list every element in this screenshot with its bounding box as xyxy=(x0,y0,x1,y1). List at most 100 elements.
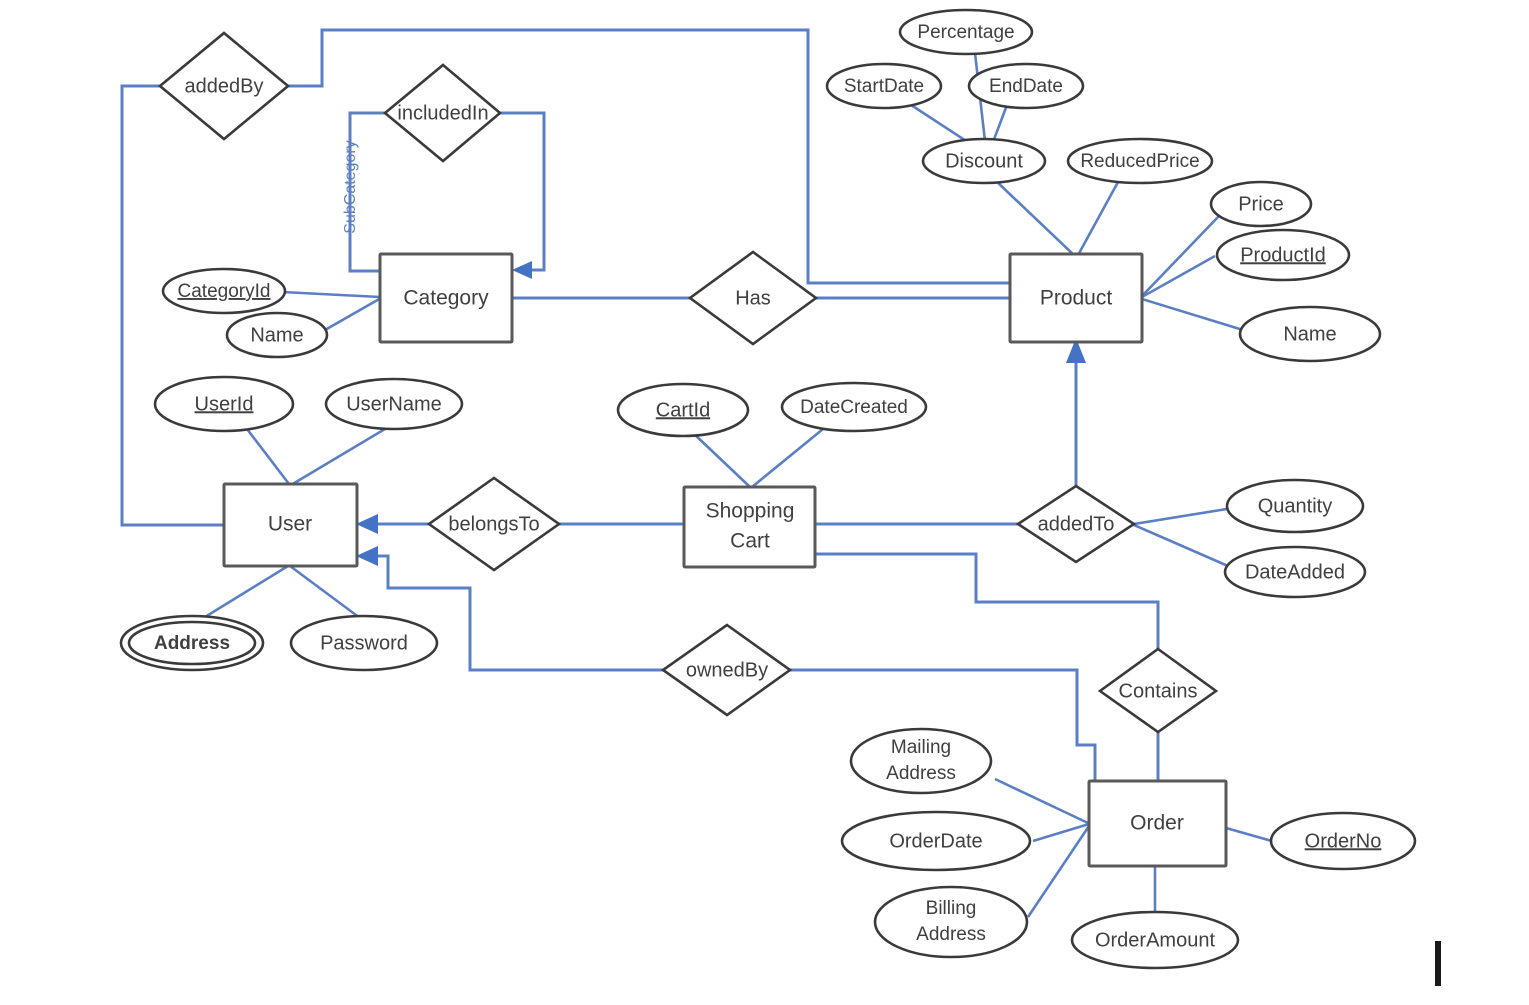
attribute-billing-address-label-line2: Address xyxy=(916,924,986,945)
relationship-includedin-label: includedIn xyxy=(397,102,488,124)
attribute-percentage-label: Percentage xyxy=(917,22,1014,43)
entity-shopping-cart-label-line2: Cart xyxy=(730,530,770,553)
attribute-user-id-label: UserId xyxy=(195,393,254,415)
edge-label-layer: SubCategory xyxy=(342,140,359,233)
entity-order-label: Order xyxy=(1130,812,1184,835)
relationship-belongsto[interactable]: belongsTo xyxy=(426,476,562,572)
attribute-order-amount[interactable]: OrderAmount xyxy=(1070,910,1240,970)
connector-productname-product xyxy=(1141,297,1244,332)
attribute-password[interactable]: Password xyxy=(289,614,439,672)
attribute-billing-address-label-line1: Billing xyxy=(926,898,977,919)
relationship-ownedby-label: ownedBy xyxy=(686,659,768,681)
connector-mailingaddress-order xyxy=(994,777,1089,825)
attribute-mailing-address[interactable]: Mailing Address xyxy=(849,727,993,795)
attribute-price[interactable]: Price xyxy=(1209,180,1313,228)
attribute-end-date[interactable]: EndDate xyxy=(967,62,1085,110)
attribute-start-date[interactable]: StartDate xyxy=(825,62,943,110)
connector-datecreated-cart xyxy=(751,427,824,489)
entity-order[interactable]: Order xyxy=(1087,779,1228,868)
text-cursor-caret xyxy=(1435,941,1441,986)
attribute-user-name[interactable]: UserName xyxy=(324,377,464,431)
relationship-belongsto-label: belongsTo xyxy=(448,513,539,535)
attribute-mailing-address-label-line2: Address xyxy=(886,763,956,784)
attribute-quantity[interactable]: Quantity xyxy=(1225,478,1365,534)
connector-productid-product xyxy=(1141,254,1216,299)
attribute-product-name[interactable]: Name xyxy=(1238,305,1382,363)
relationship-contains-label: Contains xyxy=(1119,680,1198,702)
attribute-percentage[interactable]: Percentage xyxy=(898,8,1034,56)
attribute-price-label: Price xyxy=(1238,193,1284,215)
arrowhead-ownedby-user xyxy=(356,546,378,566)
connector-discount-product xyxy=(994,179,1076,257)
attribute-date-created-label: DateCreated xyxy=(800,397,908,418)
attribute-reduced-price[interactable]: ReducedPrice xyxy=(1066,137,1214,185)
relationship-contains[interactable]: Contains xyxy=(1097,647,1219,734)
attribute-order-no-label: OrderNo xyxy=(1305,830,1382,852)
attribute-order-date[interactable]: OrderDate xyxy=(840,810,1032,872)
connector-quantity-addedto xyxy=(1133,506,1234,526)
attribute-discount-label: Discount xyxy=(945,150,1023,172)
attribute-category-id[interactable]: CategoryId xyxy=(161,267,287,315)
relationship-addedby[interactable]: addedBy xyxy=(157,31,291,141)
attribute-product-id[interactable]: ProductId xyxy=(1215,228,1351,282)
attribute-address[interactable]: Address xyxy=(119,614,265,672)
entity-user-label: User xyxy=(268,513,312,536)
connector-userid-user xyxy=(245,428,291,485)
attribute-date-added-label: DateAdded xyxy=(1245,561,1345,583)
relationship-addedto[interactable]: addedTo xyxy=(1015,484,1137,564)
connector-cartid-cart xyxy=(691,431,751,488)
entity-shopping-cart-label-line1: Shopping xyxy=(706,500,795,523)
entity-category[interactable]: Category xyxy=(378,252,514,344)
attribute-category-id-label: CategoryId xyxy=(178,281,271,302)
connector-dateadded-addedto xyxy=(1133,523,1229,568)
attribute-password-label: Password xyxy=(320,632,408,654)
attribute-product-name-label: Name xyxy=(1283,323,1336,345)
connector-reducedprice-product xyxy=(1075,181,1120,258)
attribute-user-id[interactable]: UserId xyxy=(153,375,295,433)
relationship-addedby-label: addedBy xyxy=(185,75,264,97)
attribute-end-date-label: EndDate xyxy=(989,76,1063,97)
attribute-start-date-label: StartDate xyxy=(844,76,924,97)
caret-icon xyxy=(1435,941,1441,986)
connector-categoryid-category xyxy=(281,290,381,299)
attribute-category-name[interactable]: Name xyxy=(225,311,329,359)
attribute-quantity-label: Quantity xyxy=(1258,495,1332,517)
attribute-billing-address[interactable]: Billing Address xyxy=(873,885,1029,959)
er-diagram-svg: Category Product User Shopping Cart Orde… xyxy=(119,8,1441,986)
attribute-cart-id-label: CartId xyxy=(656,399,710,421)
attribute-user-name-label: UserName xyxy=(346,393,442,415)
connector-includedin-category-right xyxy=(500,111,546,272)
attribute-date-added[interactable]: DateAdded xyxy=(1223,545,1367,599)
entity-user[interactable]: User xyxy=(222,482,359,568)
relationship-ownedby[interactable]: ownedBy xyxy=(660,623,793,717)
attribute-discount[interactable]: Discount xyxy=(921,137,1047,185)
attribute-date-created[interactable]: DateCreated xyxy=(780,381,928,433)
entity-shopping-cart[interactable]: Shopping Cart xyxy=(682,485,817,569)
relationship-includedin[interactable]: includedIn xyxy=(382,63,503,163)
arrowhead-includedin-category xyxy=(512,261,532,279)
arrowhead-belongsto-user xyxy=(356,514,378,534)
edge-label-subcategory: SubCategory xyxy=(342,140,359,233)
entity-category-label: Category xyxy=(403,287,489,310)
attribute-order-amount-label: OrderAmount xyxy=(1095,929,1215,951)
entity-product-label: Product xyxy=(1040,287,1113,310)
attribute-mailing-address-label-line1: Mailing xyxy=(891,737,951,758)
connector-username-user xyxy=(290,424,391,487)
connector-address-user xyxy=(204,564,289,619)
attribute-order-date-label: OrderDate xyxy=(889,830,982,852)
attribute-reduced-price-label: ReducedPrice xyxy=(1080,151,1199,172)
relationship-addedto-label: addedTo xyxy=(1038,513,1115,535)
connector-password-user xyxy=(289,564,361,620)
attribute-category-name-label: Name xyxy=(250,324,303,346)
attribute-product-id-label: ProductId xyxy=(1240,244,1326,266)
connector-price-product xyxy=(1141,215,1220,297)
relationship-has-label: Has xyxy=(735,287,771,309)
attribute-address-label: Address xyxy=(154,633,230,654)
connector-cart-contains xyxy=(815,552,1160,649)
entity-product[interactable]: Product xyxy=(1008,252,1144,344)
attribute-order-no[interactable]: OrderNo xyxy=(1269,811,1417,871)
connector-categoryname-category xyxy=(324,296,382,332)
attribute-cart-id[interactable]: CartId xyxy=(616,382,750,438)
connector-orderno-order xyxy=(1225,826,1273,843)
relationship-has[interactable]: Has xyxy=(687,250,819,346)
